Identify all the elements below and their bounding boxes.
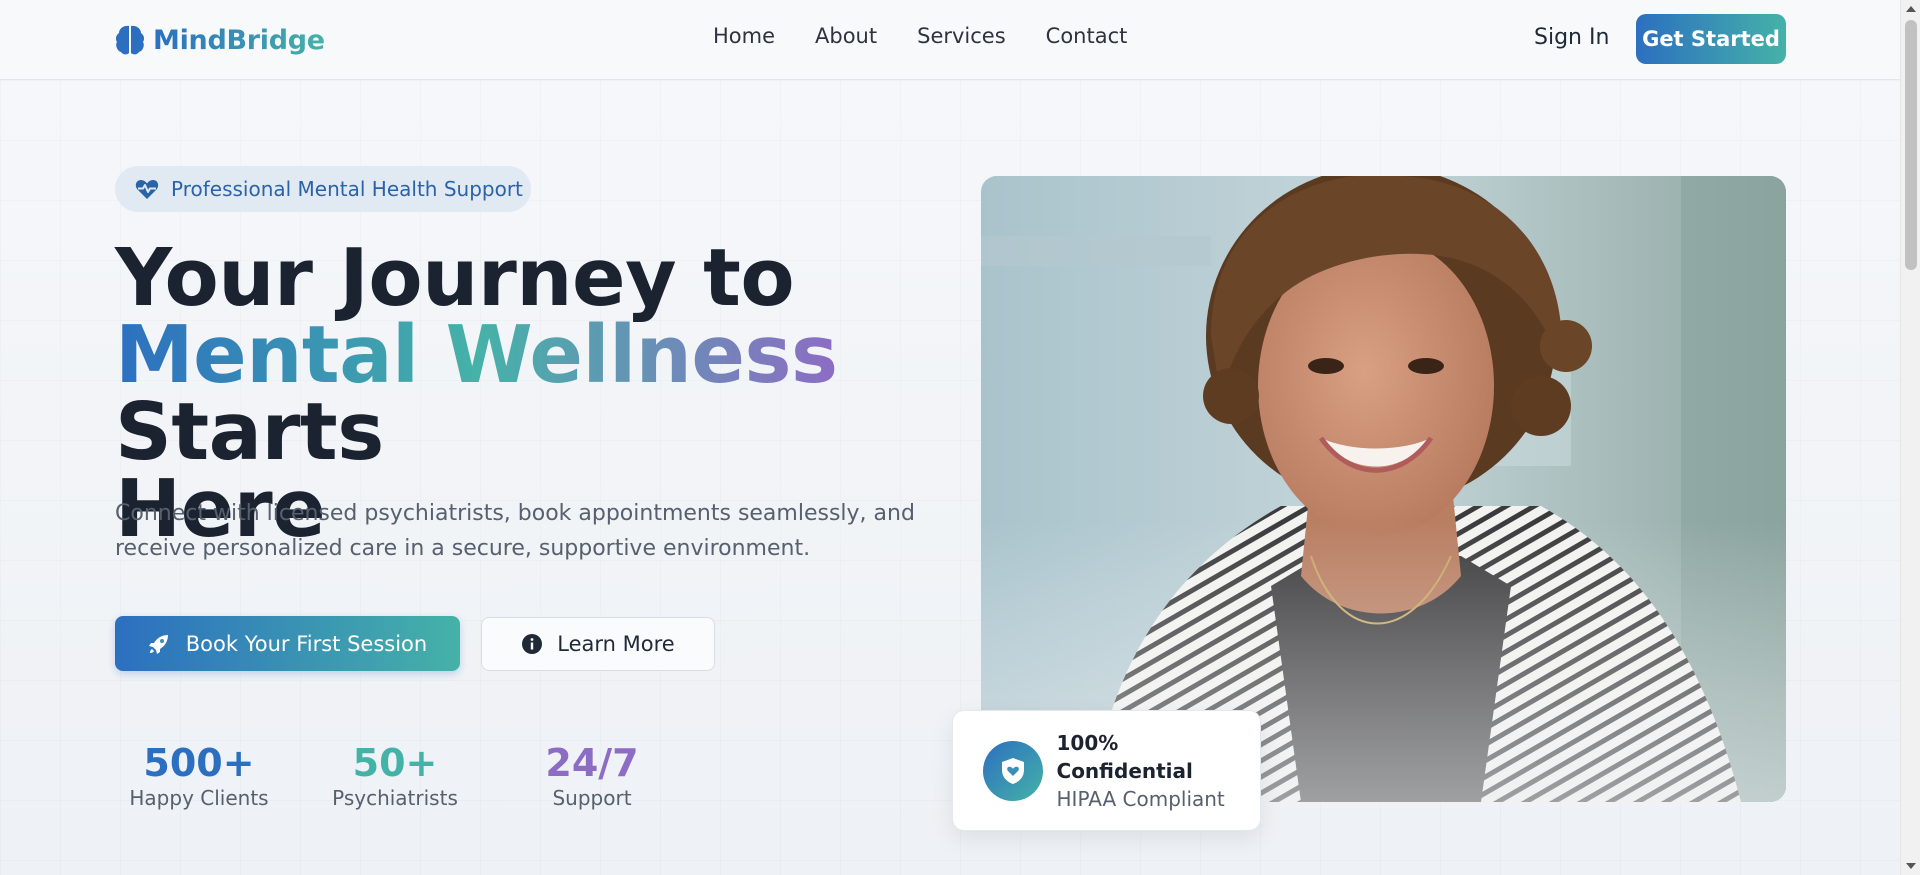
scroll-down-arrow-icon[interactable] bbox=[1906, 863, 1916, 869]
nav-link-home[interactable]: Home bbox=[713, 24, 775, 48]
page-scrollbar[interactable] bbox=[1900, 0, 1920, 875]
confidential-card: 100% Confidential HIPAA Compliant bbox=[952, 710, 1261, 831]
book-session-button[interactable]: Book Your First Session bbox=[115, 616, 460, 671]
heart-pulse-icon bbox=[135, 180, 159, 199]
stat-clients: 500+ Happy Clients bbox=[115, 741, 283, 811]
stat-label: Psychiatrists bbox=[332, 786, 458, 810]
scroll-up-arrow-icon[interactable] bbox=[1906, 6, 1916, 12]
book-session-label: Book Your First Session bbox=[185, 631, 428, 656]
nav-link-services[interactable]: Services bbox=[917, 24, 1006, 48]
hero-badge: Professional Mental Health Support bbox=[115, 166, 531, 212]
confidential-title: 100% Confidential bbox=[1056, 730, 1193, 783]
shield-heart-icon bbox=[983, 740, 1043, 801]
rocket-icon bbox=[148, 634, 168, 654]
learn-more-label: Learn More bbox=[557, 632, 675, 656]
hero-subtitle: Connect with licensed psychiatrists, boo… bbox=[115, 501, 915, 561]
learn-more-button[interactable]: Learn More bbox=[481, 617, 715, 671]
sign-in-link[interactable]: Sign In bbox=[1534, 25, 1609, 50]
stat-label: Support bbox=[552, 786, 632, 810]
brand-name: MindBridge bbox=[153, 24, 325, 56]
stat-support: 24/7 Support bbox=[522, 741, 662, 811]
get-started-button[interactable]: Get Started bbox=[1636, 14, 1786, 64]
info-circle-icon bbox=[522, 634, 543, 654]
nav-link-contact[interactable]: Contact bbox=[1046, 24, 1128, 48]
stat-value: 50+ bbox=[352, 741, 438, 785]
navbar: MindBridge Home About Services Contact S… bbox=[0, 0, 1900, 80]
stat-label: Happy Clients bbox=[129, 786, 269, 810]
brand-logo[interactable]: MindBridge bbox=[115, 20, 325, 60]
brain-icon bbox=[115, 25, 145, 55]
shield-icon bbox=[1001, 757, 1024, 784]
stat-psychiatrists: 50+ Psychiatrists bbox=[320, 741, 470, 811]
nav-link-about[interactable]: About bbox=[815, 24, 877, 48]
badge-text: Professional Mental Health Support bbox=[171, 177, 523, 201]
hero-photo bbox=[981, 176, 1786, 802]
stat-value: 500+ bbox=[143, 741, 255, 785]
scrollbar-thumb[interactable] bbox=[1905, 20, 1917, 270]
main-nav: Home About Services Contact bbox=[713, 24, 1127, 48]
confidential-subtitle: HIPAA Compliant bbox=[1056, 786, 1225, 811]
portrait-illustration bbox=[981, 176, 1786, 802]
confidential-text: 100% Confidential HIPAA Compliant bbox=[1057, 729, 1260, 813]
stat-value: 24/7 bbox=[545, 741, 639, 785]
